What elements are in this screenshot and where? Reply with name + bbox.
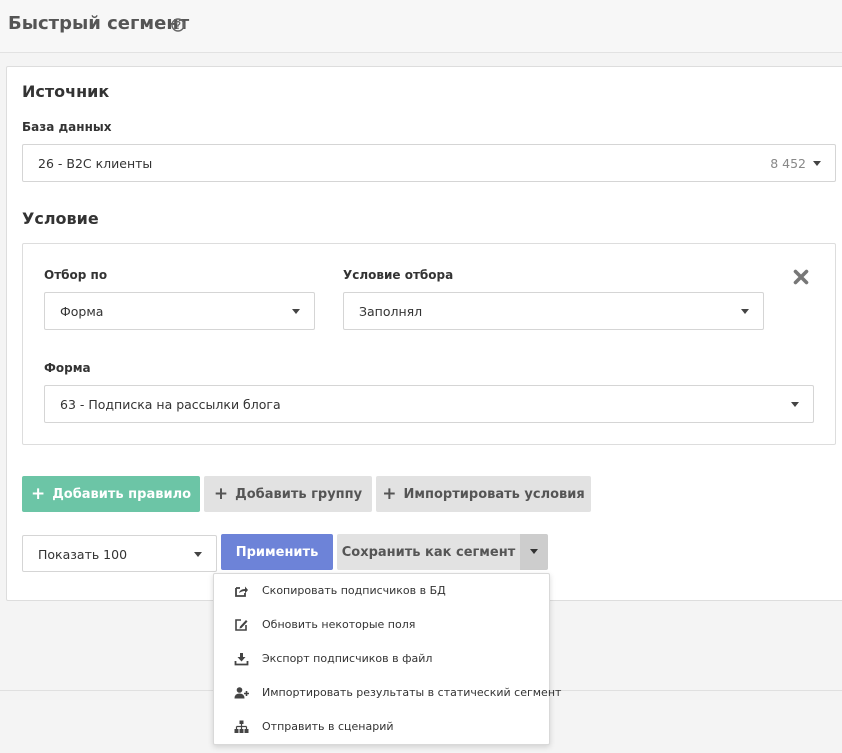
apply-button[interactable]: Применить [221,534,333,570]
save-as-segment-button[interactable]: Сохранить как сегмент [337,534,520,570]
database-label: База данных [22,120,112,134]
chevron-down-icon [741,309,749,314]
page-title: Быстрый сегмент [8,13,190,34]
close-x-icon[interactable] [793,269,809,285]
chevron-down-icon [530,549,538,554]
condition-rule-box: Отбор по Форма Условие отбора Заполнял Ф… [22,243,836,445]
filter-condition-label: Условие отбора [343,268,454,282]
menu-item-label: Экспорт подписчиков в файл [262,652,433,665]
show-count-select[interactable]: Показать 100 [22,535,217,572]
segment-panel: Источник База данных 26 - B2C клиенты 8 … [6,66,842,601]
import-conditions-label: Импортировать условия [403,486,585,502]
source-heading: Источник [22,82,110,101]
top-bar: Быстрый сегмент [0,0,842,53]
form-select[interactable]: 63 - Подписка на рассылки блога [44,385,814,423]
show-count-value: Показать 100 [38,547,128,562]
form-select-value: 63 - Подписка на рассылки блога [60,397,281,412]
filter-condition-select[interactable]: Заполнял [343,292,764,330]
chevron-down-icon [813,161,821,166]
menu-item-import-to-static-segment[interactable]: Импортировать результаты в статический с… [214,676,561,710]
filter-by-value: Форма [60,304,104,319]
add-group-button[interactable]: + Добавить группу [204,476,372,512]
form-label: Форма [44,361,91,375]
plus-icon: + [213,483,229,504]
import-conditions-button[interactable]: + Импортировать условия [376,476,591,512]
plus-icon: + [382,483,397,504]
database-select[interactable]: 26 - B2C клиенты 8 452 [22,144,836,182]
plus-icon: + [30,483,46,504]
filter-by-label: Отбор по [44,268,108,282]
filter-by-select[interactable]: Форма [44,292,315,330]
edit-icon [235,619,248,631]
condition-heading: Условие [22,209,99,228]
user-plus-icon [234,687,249,699]
chevron-down-icon [791,402,799,407]
filter-condition-value: Заполнял [359,304,423,319]
chevron-down-icon [194,552,202,557]
share-square-icon [235,586,248,597]
menu-item-label: Отправить в сценарий [262,720,394,733]
save-options-dropdown-menu: Скопировать подписчиков в БД Обновить не… [213,573,561,745]
menu-item-export-to-file[interactable]: Экспорт подписчиков в файл [214,642,549,676]
database-select-value: 26 - B2C клиенты [38,156,153,171]
add-rule-label: Добавить правило [52,486,192,502]
menu-item-send-to-scenario[interactable]: Отправить в сценарий [214,710,549,744]
add-rule-button[interactable]: + Добавить правило [22,476,200,512]
menu-item-label: Скопировать подписчиков в БД [262,584,446,597]
save-options-dropdown-toggle[interactable] [520,534,548,570]
database-count: 8 452 [770,156,806,171]
menu-item-copy-to-db[interactable]: Скопировать подписчиков в БД [214,574,549,608]
chevron-down-icon [292,309,300,314]
download-icon [234,653,249,666]
menu-item-label: Обновить некоторые поля [262,618,416,631]
menu-item-update-fields[interactable]: Обновить некоторые поля [214,608,549,642]
sitemap-icon [234,720,249,733]
menu-item-label: Импортировать результаты в статический с… [262,686,562,699]
question-circle-icon[interactable] [171,18,185,32]
add-group-label: Добавить группу [235,486,363,502]
